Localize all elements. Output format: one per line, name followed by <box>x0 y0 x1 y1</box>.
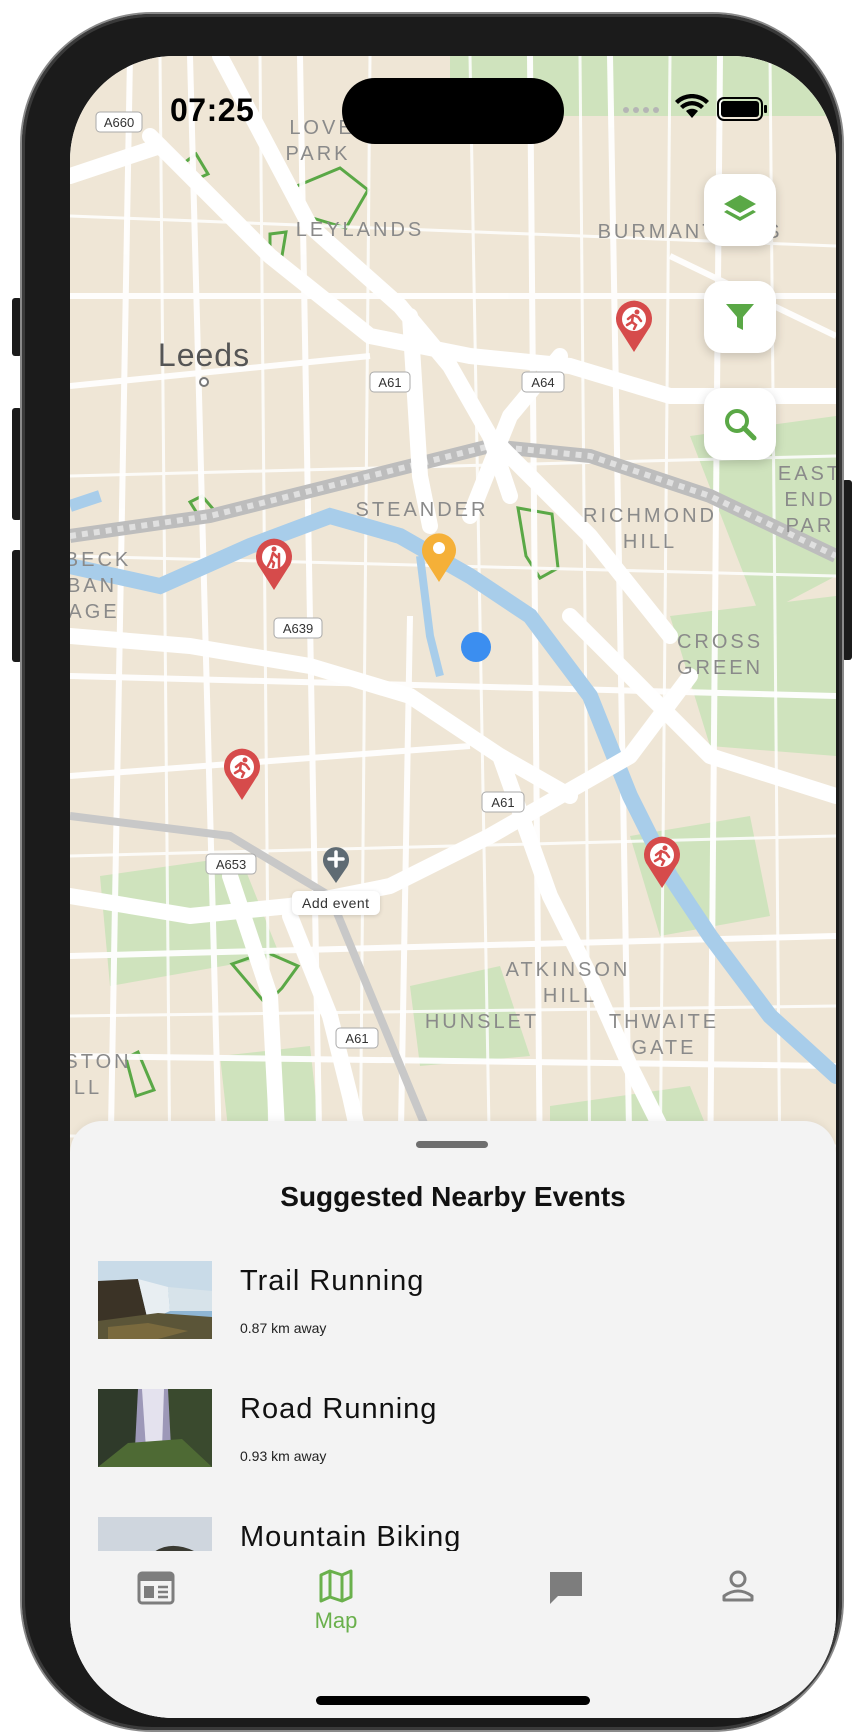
place-label-steander: STEANDER <box>356 499 489 521</box>
event-distance: 0.93 km away <box>240 1448 327 1464</box>
event-thumbnail <box>98 1517 212 1551</box>
selected-location-pin[interactable] <box>420 530 458 589</box>
tab-events[interactable] <box>106 1568 206 1608</box>
place-label-leeds: Leeds <box>158 337 250 373</box>
running-event-pin[interactable] <box>614 300 654 359</box>
list-item[interactable]: Mountain Biking <box>98 1517 798 1551</box>
running-icon <box>616 300 652 352</box>
add-event-label[interactable]: Add event <box>292 891 380 915</box>
status-icons <box>620 93 770 126</box>
tab-map-label: Map <box>314 1608 358 1633</box>
user-location-dot <box>459 630 493 669</box>
add-event-marker[interactable]: Add event <box>292 845 380 915</box>
search-icon <box>725 409 757 441</box>
running-event-pin[interactable] <box>222 748 262 807</box>
filter-button[interactable] <box>704 281 776 353</box>
profile-icon <box>722 1570 754 1602</box>
add-event-pin-icon <box>322 847 349 883</box>
road-label-a61-center: A61 <box>491 795 514 810</box>
place-label-atkinson-hill: ATKINSON <box>506 959 631 981</box>
signal-icon <box>623 107 659 113</box>
layers-button[interactable] <box>704 174 776 246</box>
tab-messages[interactable] <box>516 1568 616 1608</box>
phone-side-button-right <box>842 480 852 660</box>
phone-screen: A660 A61 A64 A639 A61 A653 A61 LOVE PARK… <box>70 56 836 1718</box>
road-label-a653: A653 <box>216 857 246 872</box>
list-item[interactable]: Trail Running 0.87 km away <box>98 1261 798 1389</box>
event-name: Road Running <box>240 1393 438 1425</box>
event-thumbnail <box>98 1389 212 1467</box>
hiking-event-pin[interactable] <box>254 538 294 597</box>
event-name: Trail Running <box>240 1265 425 1297</box>
phone-frame: A660 A61 A64 A639 A61 A653 A61 LOVE PARK… <box>22 14 842 1730</box>
event-distance: 0.87 km away <box>240 1320 327 1336</box>
map-icon <box>319 1569 353 1603</box>
calendar-icon <box>137 1571 175 1605</box>
location-pin-icon <box>422 533 456 582</box>
svg-text:GREEN: GREEN <box>677 657 763 679</box>
road-label-a64: A64 <box>531 375 554 390</box>
home-indicator[interactable] <box>316 1696 590 1705</box>
running-icon <box>644 836 680 888</box>
sheet-drag-handle[interactable] <box>416 1141 488 1148</box>
wifi-icon <box>675 93 709 118</box>
road-label-a61-south: A61 <box>345 1031 368 1046</box>
list-item[interactable]: Road Running 0.93 km away <box>98 1389 798 1517</box>
chat-icon <box>550 1572 582 1604</box>
place-label-beck: BECK <box>70 549 131 571</box>
svg-text:END: END <box>784 489 835 511</box>
svg-text:BAN: BAN <box>70 575 117 597</box>
event-thumbnail <box>98 1261 212 1339</box>
running-icon <box>224 748 260 800</box>
phone-side-button-left-2 <box>12 408 22 520</box>
filter-icon <box>726 304 754 330</box>
svg-text:GATE: GATE <box>632 1037 697 1059</box>
svg-text:HILL: HILL <box>623 531 677 553</box>
svg-text:LL: LL <box>74 1077 102 1099</box>
place-label-hunslet: HUNSLET <box>425 1011 539 1033</box>
phone-side-button-left-3 <box>12 550 22 662</box>
search-button[interactable] <box>704 388 776 460</box>
place-label-leylands: LEYLANDS <box>296 219 425 241</box>
status-time: 07:25 <box>170 92 255 128</box>
road-label-a61-north: A61 <box>378 375 401 390</box>
tab-map[interactable]: Map <box>286 1568 386 1634</box>
place-label-east-end-park: EAST <box>778 463 836 485</box>
place-label-ston: STON <box>70 1051 132 1073</box>
place-label-cross-green: CROSS <box>677 631 763 653</box>
svg-text:AGE: AGE <box>70 601 120 623</box>
hiking-icon <box>256 538 292 590</box>
svg-text:HILL: HILL <box>543 985 597 1007</box>
place-label-richmond-hill: RICHMOND <box>583 505 717 527</box>
tab-bar: Map <box>70 1554 836 1718</box>
event-list[interactable]: Trail Running 0.87 km away Road Running <box>98 1261 798 1551</box>
phone-side-button-left-1 <box>12 298 22 356</box>
running-event-pin[interactable] <box>642 836 682 895</box>
status-bar: 07:25 <box>70 56 836 166</box>
event-name: Mountain Biking <box>240 1521 462 1551</box>
svg-text:PAR: PAR <box>786 515 835 537</box>
sheet-title: Suggested Nearby Events <box>280 1181 626 1212</box>
battery-icon <box>717 97 767 121</box>
tab-profile[interactable] <box>688 1568 788 1604</box>
layers-icon <box>724 195 756 221</box>
road-label-a639: A639 <box>283 621 313 636</box>
dynamic-island <box>342 78 564 144</box>
place-label-thwaite-gate: THWAITE <box>609 1011 719 1033</box>
